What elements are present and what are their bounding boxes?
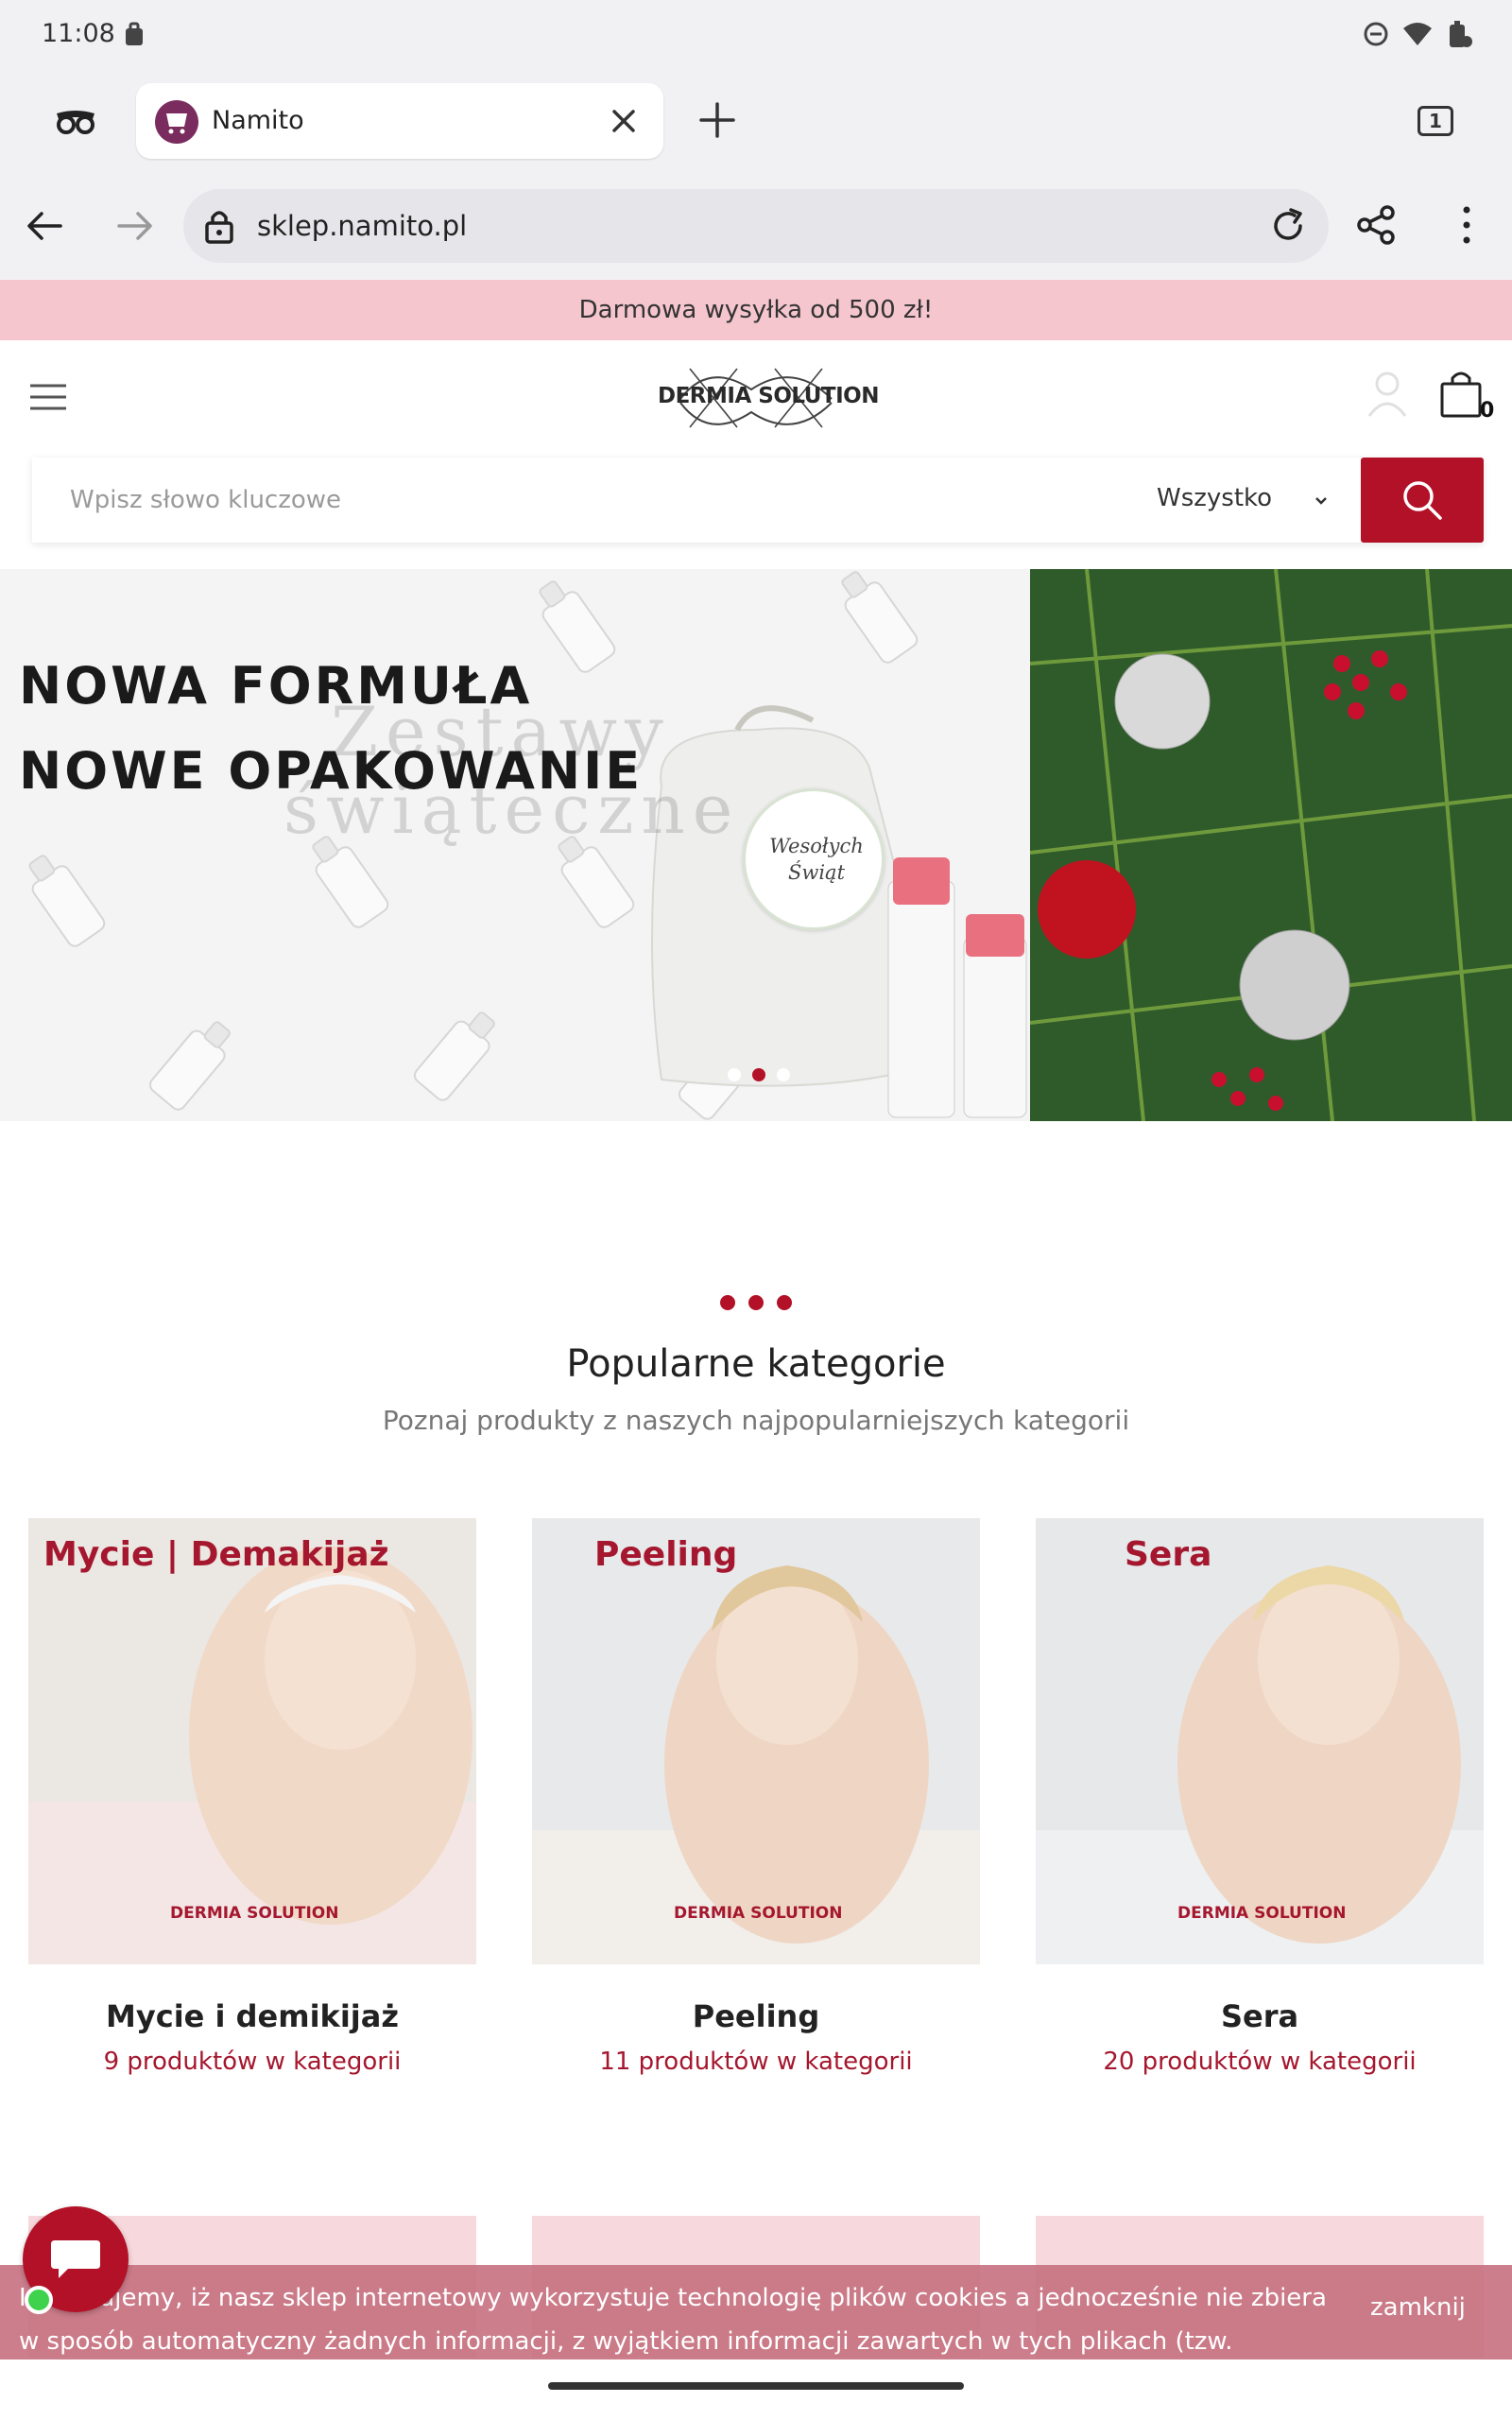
navigation-gesture-area xyxy=(0,2360,1512,2420)
battery-icon xyxy=(1450,21,1472,47)
christmas-decoration-image xyxy=(1030,569,1512,1121)
category-logo: DERMIA SOLUTION xyxy=(170,1881,340,1947)
browser-toolbar: sklep.namito.pl xyxy=(0,170,1512,280)
search-input[interactable] xyxy=(32,458,1091,543)
category-count: 11 produktów w kategorii xyxy=(599,2048,913,2076)
gesture-handle[interactable] xyxy=(548,2382,964,2390)
chat-icon xyxy=(51,2240,100,2278)
carousel-dot[interactable] xyxy=(752,1068,765,1081)
lock-icon[interactable] xyxy=(202,206,236,246)
close-tab-icon[interactable] xyxy=(607,104,641,138)
category-image[interactable]: Peeling DERMIA SOLUTION xyxy=(532,1518,980,1964)
wifi-icon xyxy=(1403,23,1432,45)
category-card-mycie[interactable]: Mycie | Demakijaż DERMIA SOLUTION Mycie … xyxy=(28,1518,476,2076)
search-icon xyxy=(1403,481,1442,520)
carousel-dot[interactable] xyxy=(777,1068,790,1081)
category-image[interactable]: Mycie | Demakijaż DERMIA SOLUTION xyxy=(28,1518,476,1964)
promo-banner: Darmowa wysyłka od 500 zł! xyxy=(0,280,1512,340)
forward-arrow-icon[interactable] xyxy=(115,206,155,246)
carousel-dots xyxy=(728,1068,790,1081)
category-overlay-title: Sera xyxy=(1125,1535,1212,1574)
work-profile-icon xyxy=(126,22,143,45)
greeting-card: Wesołych Świąt xyxy=(743,788,885,930)
site-logo[interactable]: DERMIA SOLUTION xyxy=(652,361,879,439)
category-name[interactable]: Sera xyxy=(1036,1998,1484,2034)
status-icons xyxy=(1363,19,1474,49)
status-bar: 11:08 xyxy=(0,0,1512,72)
status-time: 11:08 xyxy=(42,19,115,48)
category-logo-text: DERMIA SOLUTION xyxy=(674,1904,843,1923)
category-selected: Wszystko xyxy=(1157,484,1273,512)
reload-icon[interactable] xyxy=(1268,206,1308,246)
carousel-dot[interactable] xyxy=(728,1068,741,1081)
category-name[interactable]: Mycie i demikijaż xyxy=(28,1998,476,2034)
category-overlay-title: Mycie | Demakijaż xyxy=(43,1535,389,1574)
section-dots-decoration xyxy=(720,1295,792,1310)
category-logo-text: DERMIA SOLUTION xyxy=(170,1904,339,1923)
tab-switcher-button[interactable]: 1 xyxy=(1418,106,1453,136)
new-tab-icon[interactable] xyxy=(697,100,737,140)
dnd-icon xyxy=(1364,22,1388,46)
hero-headline-1: NOWA FORMUŁA xyxy=(19,656,533,716)
category-logo: DERMIA SOLUTION xyxy=(1177,1881,1348,1947)
namito-favicon-icon xyxy=(155,100,198,144)
hamburger-menu-icon[interactable] xyxy=(28,382,68,412)
shopping-bag-icon[interactable] xyxy=(1438,369,1484,420)
hero-banner[interactable]: Zestawy świąteczne NOWA FORMUŁA NOWE OPA… xyxy=(0,569,1512,1121)
cart-count: 0 xyxy=(1480,399,1495,423)
site-header: DERMIA SOLUTION 0 xyxy=(0,340,1512,454)
tab-strip: Namito 1 xyxy=(0,72,1512,170)
back-arrow-icon[interactable] xyxy=(25,206,64,246)
online-status-dot xyxy=(25,2286,53,2314)
category-count: 9 produktów w kategorii xyxy=(103,2048,402,2076)
share-icon[interactable] xyxy=(1355,204,1397,246)
category-name[interactable]: Peeling xyxy=(532,1998,980,2034)
hero-headline-2: NOWE OPAKOWANIE xyxy=(19,741,644,801)
category-logo-text: DERMIA SOLUTION xyxy=(1177,1904,1347,1923)
greeting-card-text: Wesołych Świąt xyxy=(769,835,864,884)
more-menu-icon[interactable] xyxy=(1455,204,1478,246)
category-dropdown[interactable]: Wszystko xyxy=(1091,458,1361,543)
section-subtitle: Poznaj produkty z naszych najpopularniej… xyxy=(382,1405,1130,1436)
category-logo: DERMIA SOLUTION xyxy=(674,1881,844,1947)
url-text[interactable]: sklep.namito.pl xyxy=(257,210,467,242)
cookie-close-button[interactable]: zamknij xyxy=(1370,2293,1466,2322)
search-button[interactable] xyxy=(1361,458,1484,543)
address-bar[interactable]: sklep.namito.pl xyxy=(183,189,1329,263)
category-card-peeling[interactable]: Peeling DERMIA SOLUTION Peeling 11 produ… xyxy=(532,1518,980,2076)
search-bar: Wszystko xyxy=(32,458,1484,543)
active-tab[interactable]: Namito xyxy=(136,83,663,159)
category-overlay-title: Peeling xyxy=(594,1535,738,1574)
section-title: Popularne kategorie xyxy=(566,1342,946,1386)
user-icon[interactable] xyxy=(1366,369,1408,418)
chevron-down-icon xyxy=(1315,497,1327,505)
tab-title: Namito xyxy=(212,106,304,135)
cookie-consent-bar: Informujemy, iż nasz sklep internetowy w… xyxy=(0,2265,1512,2399)
incognito-icon[interactable] xyxy=(55,106,96,134)
logo-text: DERMIA SOLUTION xyxy=(658,384,879,408)
category-count: 20 produktów w kategorii xyxy=(1103,2048,1417,2076)
category-card-sera[interactable]: Sera DERMIA SOLUTION Sera 20 produktów w… xyxy=(1036,1518,1484,2076)
category-image[interactable]: Sera DERMIA SOLUTION xyxy=(1036,1518,1484,1964)
